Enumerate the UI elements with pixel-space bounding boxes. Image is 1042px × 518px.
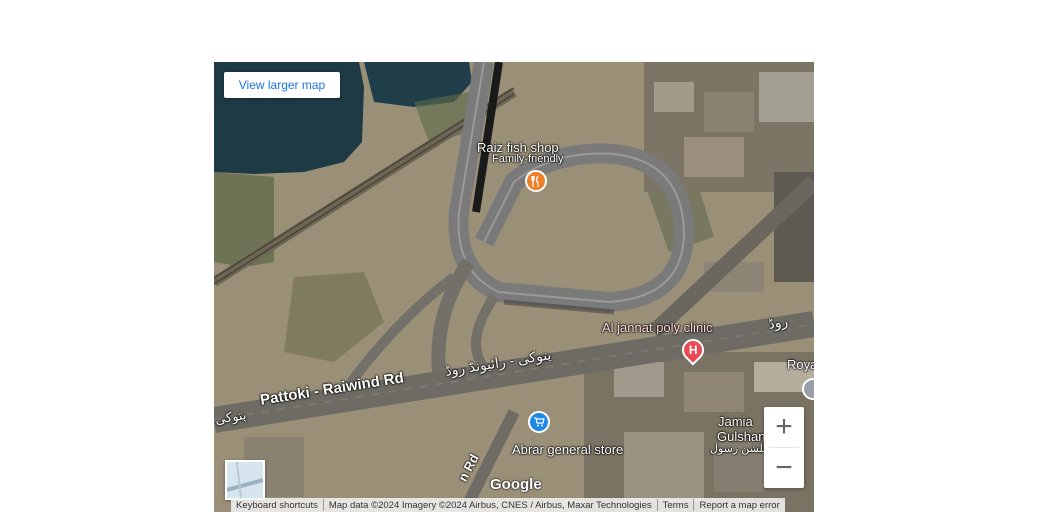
place-label-gulshan-urdu: گلشن رسول — [710, 443, 769, 455]
terms-link[interactable]: Terms — [658, 500, 694, 511]
place-label-abrar-general-store[interactable]: Abrar general store — [512, 442, 623, 457]
attribution-bar: Keyboard shortcuts Map data ©2024 Imager… — [231, 498, 785, 512]
place-subtitle-family-friendly: Family-friendly — [492, 153, 564, 165]
zoom-out-button[interactable]: − — [764, 448, 804, 488]
map-layer-toggle[interactable] — [225, 460, 265, 500]
shopping-cart-icon[interactable] — [528, 411, 550, 433]
google-logo: Google — [490, 476, 542, 493]
restaurant-icon[interactable] — [525, 170, 547, 192]
place-label-roya[interactable]: Roya — [787, 357, 814, 372]
map-data-attribution: Map data ©2024 Imagery ©2024 Airbus, CNE… — [328, 499, 652, 511]
keyboard-shortcuts-link[interactable]: Keyboard shortcuts — [231, 500, 323, 511]
map-frame[interactable]: View larger map Raiz fish shop Family-fr… — [214, 62, 814, 512]
zoom-in-button[interactable]: + — [764, 407, 804, 447]
zoom-controls: + − — [764, 407, 804, 488]
map-layer-preview-icon — [226, 461, 264, 499]
place-label-al-jannat-poly-clinic[interactable]: Al jannat poly clinic — [602, 320, 713, 335]
place-label-jamia[interactable]: Jamia — [718, 414, 753, 429]
report-map-error-link[interactable]: Report a map error — [694, 500, 784, 511]
road-label-urdu-right: روڈ — [767, 312, 790, 332]
view-larger-map-link[interactable]: View larger map — [224, 72, 340, 98]
